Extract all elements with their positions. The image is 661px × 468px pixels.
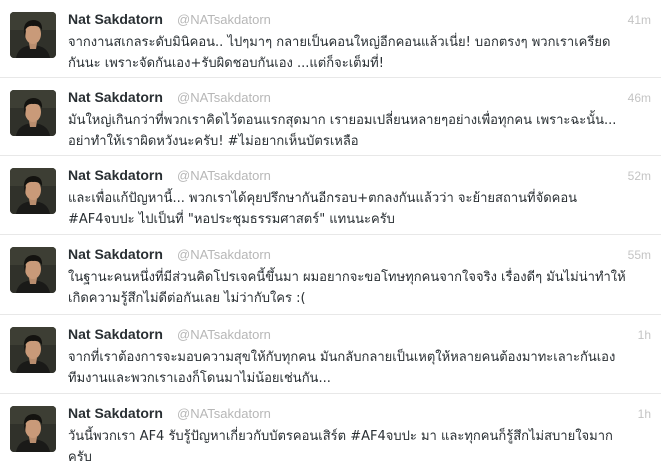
- tweet-timestamp[interactable]: 1h: [638, 407, 651, 421]
- avatar[interactable]: [10, 90, 56, 136]
- avatar[interactable]: [10, 327, 56, 373]
- tweet-text: จากงานสเกลระดับมินิคอน.. ไปๆมาๆ กลายเป็น…: [68, 32, 653, 74]
- tweet-text-line: ในฐานะคนหนึ่งที่มีส่วนคิดโปรเจคนี้ขึ้นมา…: [68, 270, 626, 285]
- tweet-text-line: ทีมงานและพวกเราเองก็โดนมาไม่น้อยเช่นกัน.…: [68, 371, 331, 386]
- author-name[interactable]: Nat Sakdatorn: [68, 167, 163, 183]
- tweet-text-line: เกิดความรู้สึกไม่ดีต่อกันเลย ไม่ว่ากับใค…: [68, 291, 306, 306]
- tweet-timestamp[interactable]: 1h: [638, 328, 651, 342]
- tweet-timestamp[interactable]: 55m: [628, 248, 651, 262]
- author-handle[interactable]: @NATsakdatorn: [177, 247, 271, 262]
- tweet[interactable]: Nat Sakdatorn @NATsakdatorn 52m และเพื่อ…: [0, 156, 661, 235]
- author-handle[interactable]: @NATsakdatorn: [177, 406, 271, 421]
- tweet-text-line: มันใหญ่เกินกว่าที่พวกเราคิดไว้ตอนแรกสุดม…: [68, 113, 617, 128]
- tweet-timestamp[interactable]: 52m: [628, 169, 651, 183]
- tweet[interactable]: Nat Sakdatorn @NATsakdatorn 55m ในฐานะคน…: [0, 235, 661, 315]
- tweet-text-line: ครับ: [68, 450, 92, 465]
- tweet-text: มันใหญ่เกินกว่าที่พวกเราคิดไว้ตอนแรกสุดม…: [68, 110, 653, 152]
- tweet-text-line: จากที่เราต้องการจะมอบความสุขให้กับทุกคน …: [68, 350, 616, 365]
- author-name[interactable]: Nat Sakdatorn: [68, 89, 163, 105]
- tweet-text-line: และเพื่อแก้ปัญหานี้... พวกเราได้คุยปรึกษ…: [68, 191, 578, 206]
- tweet[interactable]: Nat Sakdatorn @NATsakdatorn 41m จากงานสเ…: [0, 0, 661, 78]
- tweet-text-line: #AF4จบปะ ไปเป็นที่ "หอประชุมธรรมศาสตร์" …: [68, 212, 395, 227]
- avatar[interactable]: [10, 168, 56, 214]
- avatar[interactable]: [10, 406, 56, 452]
- tweet-timestamp[interactable]: 46m: [628, 91, 651, 105]
- author-name[interactable]: Nat Sakdatorn: [68, 11, 163, 27]
- author-name[interactable]: Nat Sakdatorn: [68, 246, 163, 262]
- author-name[interactable]: Nat Sakdatorn: [68, 405, 163, 421]
- author-handle[interactable]: @NATsakdatorn: [177, 327, 271, 342]
- tweet-text-line: วันนี้พวกเรา AF4 รับรู้ปัญหาเกี่ยวกับบัต…: [68, 429, 613, 444]
- tweet-text: และเพื่อแก้ปัญหานี้... พวกเราได้คุยปรึกษ…: [68, 188, 653, 230]
- tweet-text: ในฐานะคนหนึ่งที่มีส่วนคิดโปรเจคนี้ขึ้นมา…: [68, 267, 653, 309]
- avatar[interactable]: [10, 12, 56, 58]
- author-name[interactable]: Nat Sakdatorn: [68, 326, 163, 342]
- author-handle[interactable]: @NATsakdatorn: [177, 90, 271, 105]
- author-handle[interactable]: @NATsakdatorn: [177, 168, 271, 183]
- tweet[interactable]: Nat Sakdatorn @NATsakdatorn 1h วันนี้พวก…: [0, 394, 661, 465]
- tweet[interactable]: Nat Sakdatorn @NATsakdatorn 46m มันใหญ่เ…: [0, 78, 661, 156]
- tweet-timestamp[interactable]: 41m: [628, 13, 651, 27]
- tweet-text-line: จากงานสเกลระดับมินิคอน.. ไปๆมาๆ กลายเป็น…: [68, 35, 611, 50]
- tweet-text: จากที่เราต้องการจะมอบความสุขให้กับทุกคน …: [68, 347, 653, 389]
- author-handle[interactable]: @NATsakdatorn: [177, 12, 271, 27]
- avatar[interactable]: [10, 247, 56, 293]
- tweet-timeline: Nat Sakdatorn @NATsakdatorn 41m จากงานสเ…: [0, 0, 661, 465]
- tweet-text-line: อย่าทำให้เราผิดหวังนะครับ! #ไม่อยากเห็นบ…: [68, 134, 359, 149]
- tweet[interactable]: Nat Sakdatorn @NATsakdatorn 1h จากที่เรา…: [0, 315, 661, 394]
- tweet-text-line: กันนะ เพราะจัดกันเอง+รับผิดชอบกันเอง ...…: [68, 56, 384, 71]
